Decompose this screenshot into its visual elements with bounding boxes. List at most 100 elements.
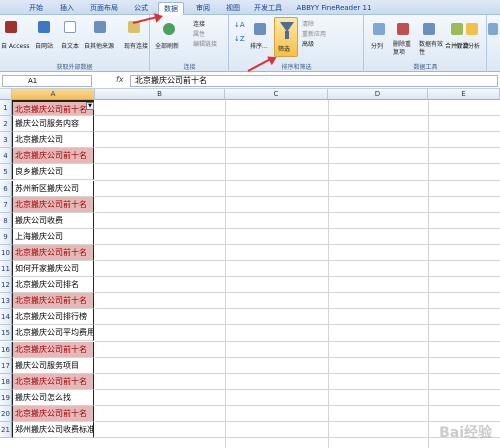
cell-a[interactable]: 北京搬庆公司前十名 — [12, 100, 94, 117]
reapply-button[interactable]: 重新应用 — [302, 29, 326, 38]
formula-bar: A1 fx 北京搬庆公司前十名 — [0, 73, 500, 89]
connections-button[interactable]: 连接 — [193, 19, 205, 28]
sort-icon — [254, 23, 266, 35]
column-header-e[interactable]: E — [428, 89, 500, 100]
tab-abbyy[interactable]: ABBYY FineReader 11 — [292, 2, 376, 15]
row-header[interactable]: 15 — [0, 325, 12, 342]
row-header[interactable]: 4 — [0, 148, 12, 165]
remove-duplicates-button[interactable]: 删除重复项 — [393, 41, 415, 57]
row-header[interactable]: 20 — [0, 405, 12, 422]
cell-a[interactable]: 北京搬庆公司排名 — [12, 277, 94, 294]
row-header[interactable]: 14 — [0, 309, 12, 326]
row-header[interactable]: 3 — [0, 132, 12, 149]
what-if-button[interactable]: 假设分析 — [456, 41, 480, 50]
cell-a[interactable]: 郑州搬庆公司收费标准 — [12, 422, 94, 439]
from-web-button[interactable]: 自网站 — [35, 41, 53, 50]
properties-button[interactable]: 属性 — [193, 29, 205, 38]
cell-a[interactable]: 苏州新区搬庆公司 — [12, 180, 94, 197]
ribbon: 自 Access 自网站 自文本 自其他来源 现有连接 获取外部数据 全部刷新 … — [0, 15, 500, 72]
cell-a[interactable]: 搬庆公司怎么找 — [12, 389, 94, 406]
cell-a[interactable]: 北京搬庆公司前十名 — [12, 196, 94, 213]
row-header[interactable]: 1 — [0, 100, 12, 117]
sort-button[interactable]: 排序... — [250, 41, 268, 50]
formula-input[interactable]: 北京搬庆公司前十名 — [130, 75, 498, 87]
group-label-connections: 连接 — [183, 64, 196, 71]
tab-formulas[interactable]: 公式 — [128, 2, 154, 15]
gridline — [225, 100, 226, 448]
sort-za-icon[interactable]: ↓Z — [234, 35, 245, 43]
cell-a[interactable]: 北京搬庆公司 — [12, 132, 94, 149]
data-validation-icon — [423, 23, 435, 35]
group-external-data: 自 Access 自网站 自文本 自其他来源 现有连接 获取外部数据 — [0, 15, 150, 72]
cell-a[interactable]: 北京搬庆公司前十名 — [12, 148, 94, 165]
row-header[interactable]: 16 — [0, 341, 12, 358]
gridline — [95, 115, 500, 117]
cell-a[interactable]: 北京搬庆公司前十名 — [12, 341, 94, 358]
advanced-button[interactable]: 高级 — [302, 39, 314, 48]
gridline — [95, 131, 500, 133]
row-header[interactable]: 6 — [0, 180, 12, 197]
row-header[interactable]: 11 — [0, 261, 12, 278]
data-validation-button[interactable]: 数据有效性 — [419, 41, 443, 57]
column-header-b[interactable]: B — [95, 89, 225, 100]
row-header[interactable]: 5 — [0, 164, 12, 181]
cell-a[interactable]: 北京搬庆公司前十名 — [12, 373, 94, 390]
cell-a[interactable]: 北京搬庆公司排行榜 — [12, 309, 94, 326]
column-header-d[interactable]: D — [328, 89, 428, 100]
row-header[interactable]: 19 — [0, 389, 12, 406]
column-header-c[interactable]: C — [225, 89, 328, 100]
fx-icon[interactable]: fx — [116, 75, 124, 84]
row-header[interactable]: 10 — [0, 244, 12, 261]
cell-a[interactable]: 北京搬庆公司前十名 — [12, 293, 94, 310]
row-header[interactable]: 2 — [0, 116, 12, 133]
row-header[interactable]: 21 — [0, 422, 12, 439]
tab-developer[interactable]: 开发工具 — [250, 2, 286, 15]
tab-view[interactable]: 视图 — [220, 2, 246, 15]
office-button[interactable] — [0, 2, 10, 15]
cell-a[interactable]: 搬庆公司服务内容 — [12, 116, 94, 133]
row-header[interactable]: 18 — [0, 373, 12, 390]
row-header[interactable]: 7 — [0, 196, 12, 213]
row-header[interactable]: 12 — [0, 277, 12, 294]
row-header[interactable]: 8 — [0, 212, 12, 229]
group-sort-filter: ↓A ↓Z 排序... 筛选 清除 重新应用 高级 排序和筛选 — [230, 15, 364, 72]
tab-insert[interactable]: 插入 — [54, 2, 80, 15]
gridline — [95, 211, 500, 213]
what-if-icon — [466, 23, 478, 35]
name-box[interactable]: A1 — [2, 75, 92, 87]
text-to-columns-button[interactable]: 分列 — [371, 41, 383, 50]
cell-a[interactable]: 如何开家搬庆公司 — [12, 261, 94, 278]
cell-a[interactable]: 北京搬庆公司平均费用 — [12, 325, 94, 342]
gridline — [95, 356, 500, 358]
gridline — [95, 179, 500, 181]
tab-home[interactable]: 开始 — [22, 2, 50, 15]
clear-button[interactable]: 清除 — [302, 19, 314, 28]
from-text-button[interactable]: 自文本 — [61, 41, 79, 50]
row-header[interactable]: 13 — [0, 293, 12, 310]
row-header[interactable]: 9 — [0, 228, 12, 245]
cell-a[interactable]: 良乡搬庆公司 — [12, 164, 94, 181]
from-other-sources-button[interactable]: 自其他来源 — [84, 41, 114, 50]
cell-a[interactable]: 北京搬庆公司前十名 — [12, 405, 94, 422]
row-header[interactable]: 17 — [0, 357, 12, 374]
tab-review[interactable]: 审阅 — [190, 2, 216, 15]
cell-a[interactable]: 搬庆公司收费 — [12, 212, 94, 229]
cell-a[interactable]: 上海搬庆公司 — [12, 228, 94, 245]
filter-button[interactable]: 筛选 — [274, 17, 298, 57]
cell-a[interactable]: 北京搬庆公司前十名 — [12, 244, 94, 261]
sort-az-icon[interactable]: ↓A — [234, 21, 245, 29]
from-access-button[interactable]: 自 Access — [1, 41, 29, 50]
column-header-a[interactable]: A — [12, 89, 95, 100]
edit-links-button[interactable]: 编辑链接 — [193, 39, 217, 48]
refresh-all-button[interactable]: 全部刷新 — [155, 41, 179, 50]
gridline — [95, 292, 500, 294]
gridline — [95, 404, 500, 406]
funnel-stem — [285, 31, 289, 39]
select-all-corner[interactable] — [0, 89, 12, 100]
group-icon[interactable] — [488, 23, 498, 35]
existing-connections-button[interactable]: 现有连接 — [124, 41, 148, 50]
cell-a[interactable]: 搬庆公司服务项目 — [12, 357, 94, 374]
filter-dropdown-icon[interactable]: ▼ — [86, 102, 94, 110]
tab-page-layout[interactable]: 页面布局 — [84, 2, 124, 15]
gridline — [95, 276, 500, 278]
